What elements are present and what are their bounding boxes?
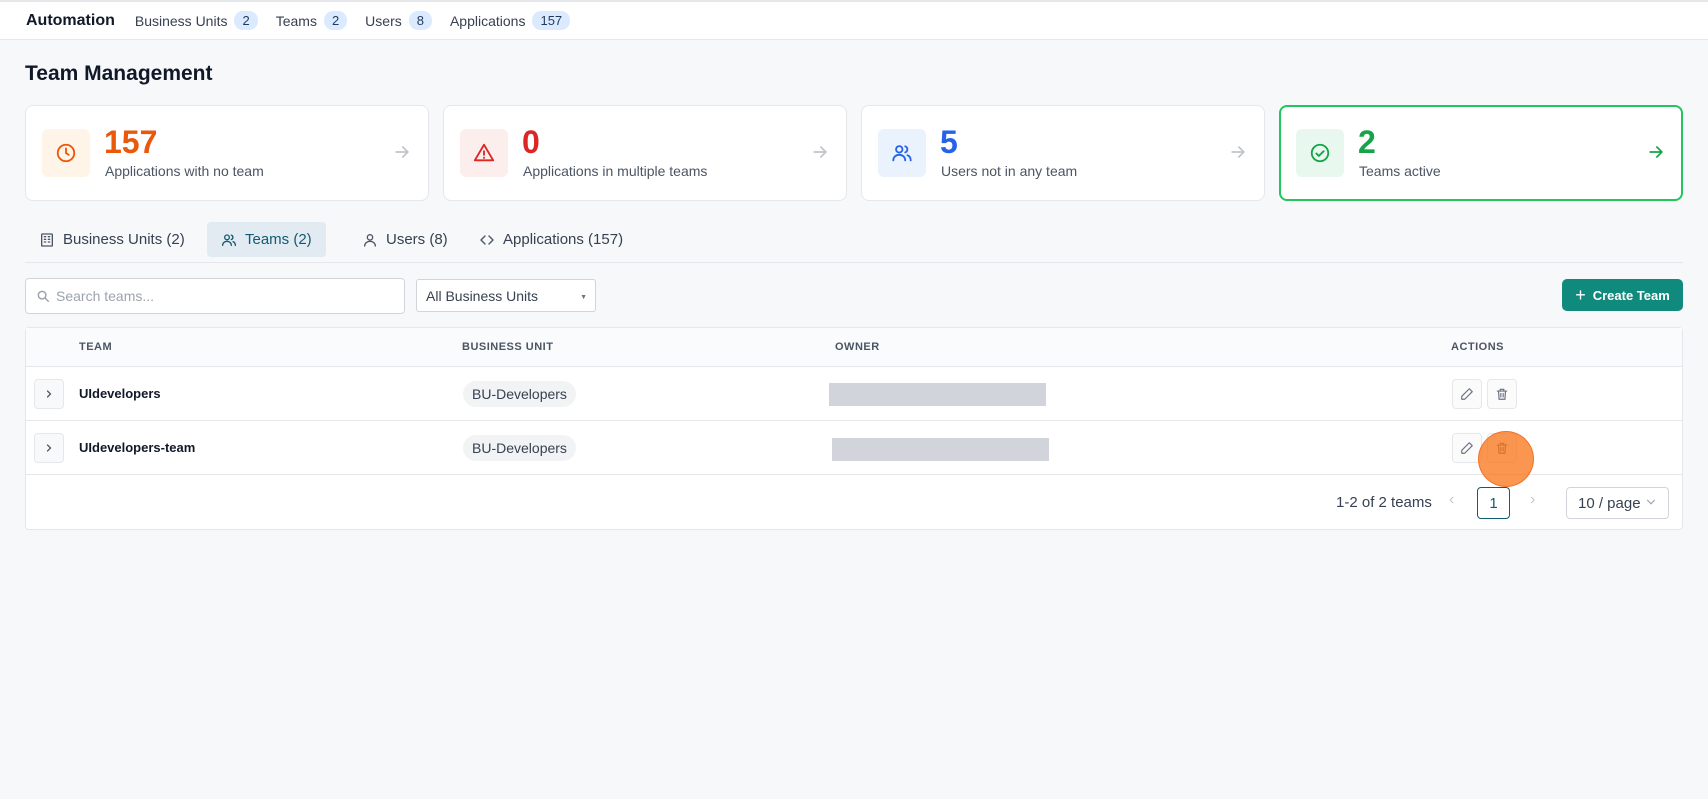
plus-icon: + (1575, 285, 1586, 305)
tab-bar: Business Units (2) Teams (2) Users (8) A… (25, 222, 1683, 263)
prev-page-button[interactable]: ‹ (1449, 491, 1454, 509)
top-nav: Automation Business Units 2 Teams 2 User… (0, 0, 1708, 40)
nav-item-label: Applications (449, 12, 526, 29)
business-unit-badge: BU-Developers (463, 381, 576, 407)
user-icon (364, 233, 376, 247)
nav-item-users[interactable]: Users 8 (365, 11, 432, 30)
edit-team-button[interactable] (1452, 379, 1482, 409)
page-size-value: 10 / page (1578, 494, 1641, 512)
stat-card-users-no-team[interactable]: 5 Users not in any team (861, 105, 1265, 201)
chevron-right-icon (46, 444, 52, 452)
team-name[interactable]: UIdevelopers-team (79, 440, 195, 455)
search-input[interactable] (56, 288, 376, 304)
check-circle-icon (1296, 129, 1344, 177)
nav-count-badge: 157 (532, 11, 571, 30)
column-header-business-unit: BUSINESS UNIT (462, 341, 554, 353)
pagination: 1-2 of 2 teams ‹ 1 › 10 / page (26, 476, 1682, 530)
table-row: UIdevelopers BU-Developers (26, 367, 1682, 421)
search-box[interactable] (25, 278, 405, 314)
expand-row-button[interactable] (34, 379, 64, 409)
nav-count-badge: 2 (323, 11, 348, 30)
nav-item-label: Business Units (134, 12, 228, 29)
page-title: Team Management (25, 62, 213, 85)
nav-item-label: Users (365, 12, 402, 29)
nav-count-badge: 2 (234, 11, 258, 30)
stat-card-teams-active[interactable]: 2 Teams active (1279, 105, 1683, 201)
tab-label: Teams (2) (245, 231, 312, 248)
stat-value: 5 (940, 124, 958, 160)
next-page-button[interactable]: › (1530, 491, 1535, 509)
stat-label: Applications with no team (105, 163, 264, 179)
stat-label: Applications in multiple teams (523, 163, 708, 179)
tab-label: Users (8) (386, 231, 448, 248)
building-icon (41, 232, 53, 247)
stat-value: 2 (1358, 124, 1376, 160)
tab-teams[interactable]: Teams (2) (207, 222, 326, 257)
filter-value: All Business Units (426, 287, 539, 304)
expand-row-button[interactable] (34, 433, 64, 463)
arrow-right-icon (813, 146, 828, 158)
delete-team-button[interactable] (1487, 379, 1517, 409)
cursor-indicator (1478, 431, 1534, 487)
brand-title: Automation (26, 11, 115, 29)
column-header-team: TEAM (79, 341, 113, 353)
pencil-icon (1461, 442, 1473, 454)
tab-applications[interactable]: Applications (157) (465, 222, 637, 257)
owner-redacted (829, 383, 1046, 406)
arrow-right-icon (1231, 146, 1246, 158)
arrow-right-icon (1649, 146, 1664, 158)
teams-table: TEAM BUSINESS UNIT OWNER ACTIONS UIdevel… (25, 327, 1683, 530)
stat-value: 157 (104, 124, 158, 160)
warning-icon (460, 129, 508, 177)
nav-item-applications[interactable]: Applications 157 (449, 11, 571, 30)
owner-redacted (832, 438, 1049, 461)
code-icon (480, 234, 494, 245)
users-icon (222, 233, 236, 246)
stat-card-multiple-teams[interactable]: 0 Applications in multiple teams (443, 105, 847, 201)
clock-icon (42, 129, 90, 177)
team-name[interactable]: UIdevelopers (79, 386, 161, 401)
stat-label: Users not in any team (941, 163, 1078, 179)
arrow-right-icon (395, 146, 410, 158)
pencil-icon (1461, 388, 1473, 400)
column-header-actions: ACTIONS (1451, 341, 1504, 353)
tab-users[interactable]: Users (8) (348, 222, 462, 257)
column-header-owner: OWNER (835, 341, 880, 353)
nav-item-label: Teams (275, 12, 317, 29)
tab-label: Applications (157) (503, 231, 624, 248)
create-team-button[interactable]: + Create Team (1562, 279, 1683, 311)
create-team-label: Create Team (1592, 287, 1670, 303)
users-icon (878, 129, 926, 177)
nav-item-business-units[interactable]: Business Units 2 (135, 11, 258, 30)
chevron-right-icon (46, 390, 52, 398)
nav-count-badge: 8 (408, 11, 432, 30)
search-icon (37, 290, 49, 302)
trash-icon (1496, 388, 1508, 400)
tab-label: Business Units (2) (63, 231, 185, 248)
table-row: UIdevelopers-team BU-Developers (26, 421, 1682, 475)
stat-value: 0 (522, 124, 540, 160)
page-number-button[interactable]: 1 (1477, 487, 1510, 519)
business-unit-filter[interactable]: All Business Units ▼ (416, 279, 596, 312)
business-unit-badge: BU-Developers (463, 435, 576, 461)
table-header: TEAM BUSINESS UNIT OWNER ACTIONS (26, 328, 1682, 367)
stat-label: Teams active (1359, 163, 1441, 179)
tab-business-units[interactable]: Business Units (2) (25, 222, 199, 257)
pagination-summary: 1-2 of 2 teams (1336, 494, 1432, 511)
nav-item-teams[interactable]: Teams 2 (275, 11, 348, 30)
page-size-select[interactable]: 10 / page (1566, 487, 1669, 519)
stat-card-no-team[interactable]: 157 Applications with no team (25, 105, 429, 201)
caret-down-icon: ▼ (580, 294, 587, 301)
chevron-down-icon (1646, 499, 1656, 505)
